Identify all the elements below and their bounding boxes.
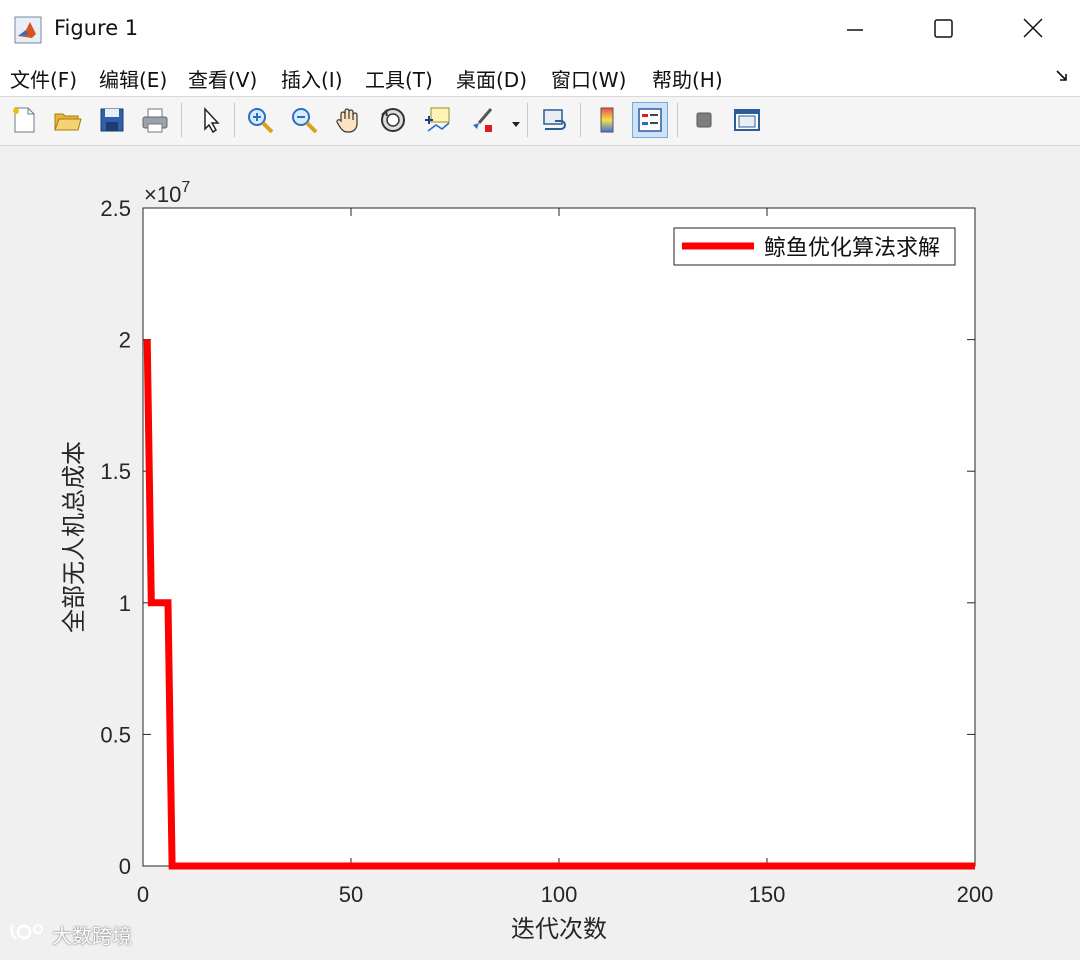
toolbar-separator <box>181 103 182 137</box>
menu-bar: 文件(F) 编辑(E) 查看(V) 插入(I) 工具(T) 桌面(D) 窗口(W… <box>0 58 1080 97</box>
y-tick-label: 1.5 <box>100 459 131 484</box>
title-bar: Figure 1 <box>0 0 1080 58</box>
watermark: 大数跨境 <box>8 920 132 949</box>
minimize-button[interactable] <box>832 10 878 48</box>
dock-arrow-icon[interactable] <box>1054 68 1070 84</box>
menu-desktop[interactable]: 桌面(D) <box>456 64 527 93</box>
watermark-logo-icon <box>8 921 48 948</box>
toolbar-separator <box>234 103 235 137</box>
pan-icon[interactable] <box>330 102 366 138</box>
show-plot-tools-icon[interactable] <box>729 102 765 138</box>
new-figure-icon[interactable] <box>6 102 42 138</box>
zoom-in-icon[interactable] <box>242 102 278 138</box>
print-icon[interactable] <box>137 102 173 138</box>
rotate-3d-icon[interactable] <box>375 102 411 138</box>
brush-icon[interactable] <box>464 102 500 138</box>
y-tick-label: 0.5 <box>100 722 131 747</box>
menu-insert[interactable]: 插入(I) <box>281 64 343 93</box>
maximize-button[interactable] <box>920 10 966 48</box>
line-chart[interactable]: 0 50 100 150 200 0 0.5 1 1.5 2 2.5 ×107 迭代次数 全部无人… <box>0 146 1080 956</box>
y-tick-label: 1 <box>119 591 131 616</box>
close-icon <box>1023 18 1043 38</box>
x-tick-label: 0 <box>137 882 149 907</box>
menu-help[interactable]: 帮助(H) <box>652 64 723 93</box>
brush-dropdown-icon[interactable] <box>510 115 522 127</box>
toolbar-separator <box>677 103 678 137</box>
maximize-icon <box>934 19 953 38</box>
toolbar <box>0 97 1080 146</box>
x-tick-label: 50 <box>339 882 363 907</box>
open-file-icon[interactable] <box>49 102 85 138</box>
y-tick-label: 0 <box>119 854 131 879</box>
y-axis-label: 全部无人机总成本 <box>61 441 88 633</box>
minimize-icon <box>847 29 863 31</box>
figure-canvas: 0 50 100 150 200 0 0.5 1 1.5 2 2.5 ×107 迭代次数 全部无人… <box>0 146 1080 956</box>
y-tick-label: 2.5 <box>100 196 131 221</box>
legend-icon[interactable] <box>632 102 668 138</box>
x-tick-label: 200 <box>957 882 994 907</box>
zoom-out-icon[interactable] <box>286 102 322 138</box>
menu-edit[interactable]: 编辑(E) <box>99 64 167 93</box>
menu-view[interactable]: 查看(V) <box>188 64 257 93</box>
y-tick-label: 2 <box>119 328 131 353</box>
legend[interactable]: 鲸鱼优化算法求解 <box>673 227 956 266</box>
close-button[interactable] <box>1010 10 1056 48</box>
y-axis-exponent: ×107 <box>144 179 190 207</box>
toolbar-separator <box>527 103 528 137</box>
link-plot-icon[interactable] <box>536 102 572 138</box>
watermark-text: 大数跨境 <box>52 924 132 948</box>
matlab-logo-icon <box>14 16 42 44</box>
colorbar-icon[interactable] <box>589 102 625 138</box>
hide-plot-tools-icon[interactable] <box>686 102 722 138</box>
axes-box <box>142 207 976 867</box>
pointer-icon[interactable] <box>192 102 228 138</box>
save-icon[interactable] <box>94 102 130 138</box>
x-tick-label: 150 <box>749 882 786 907</box>
toolbar-separator <box>580 103 581 137</box>
legend-entry-label: 鲸鱼优化算法求解 <box>764 235 940 260</box>
window-title: Figure 1 <box>54 16 139 40</box>
menu-window[interactable]: 窗口(W) <box>551 64 626 93</box>
x-axis-label: 迭代次数 <box>511 916 607 943</box>
menu-tools[interactable]: 工具(T) <box>365 64 433 93</box>
menu-file[interactable]: 文件(F) <box>10 64 77 93</box>
x-tick-label: 100 <box>541 882 578 907</box>
data-cursor-icon[interactable] <box>419 102 455 138</box>
